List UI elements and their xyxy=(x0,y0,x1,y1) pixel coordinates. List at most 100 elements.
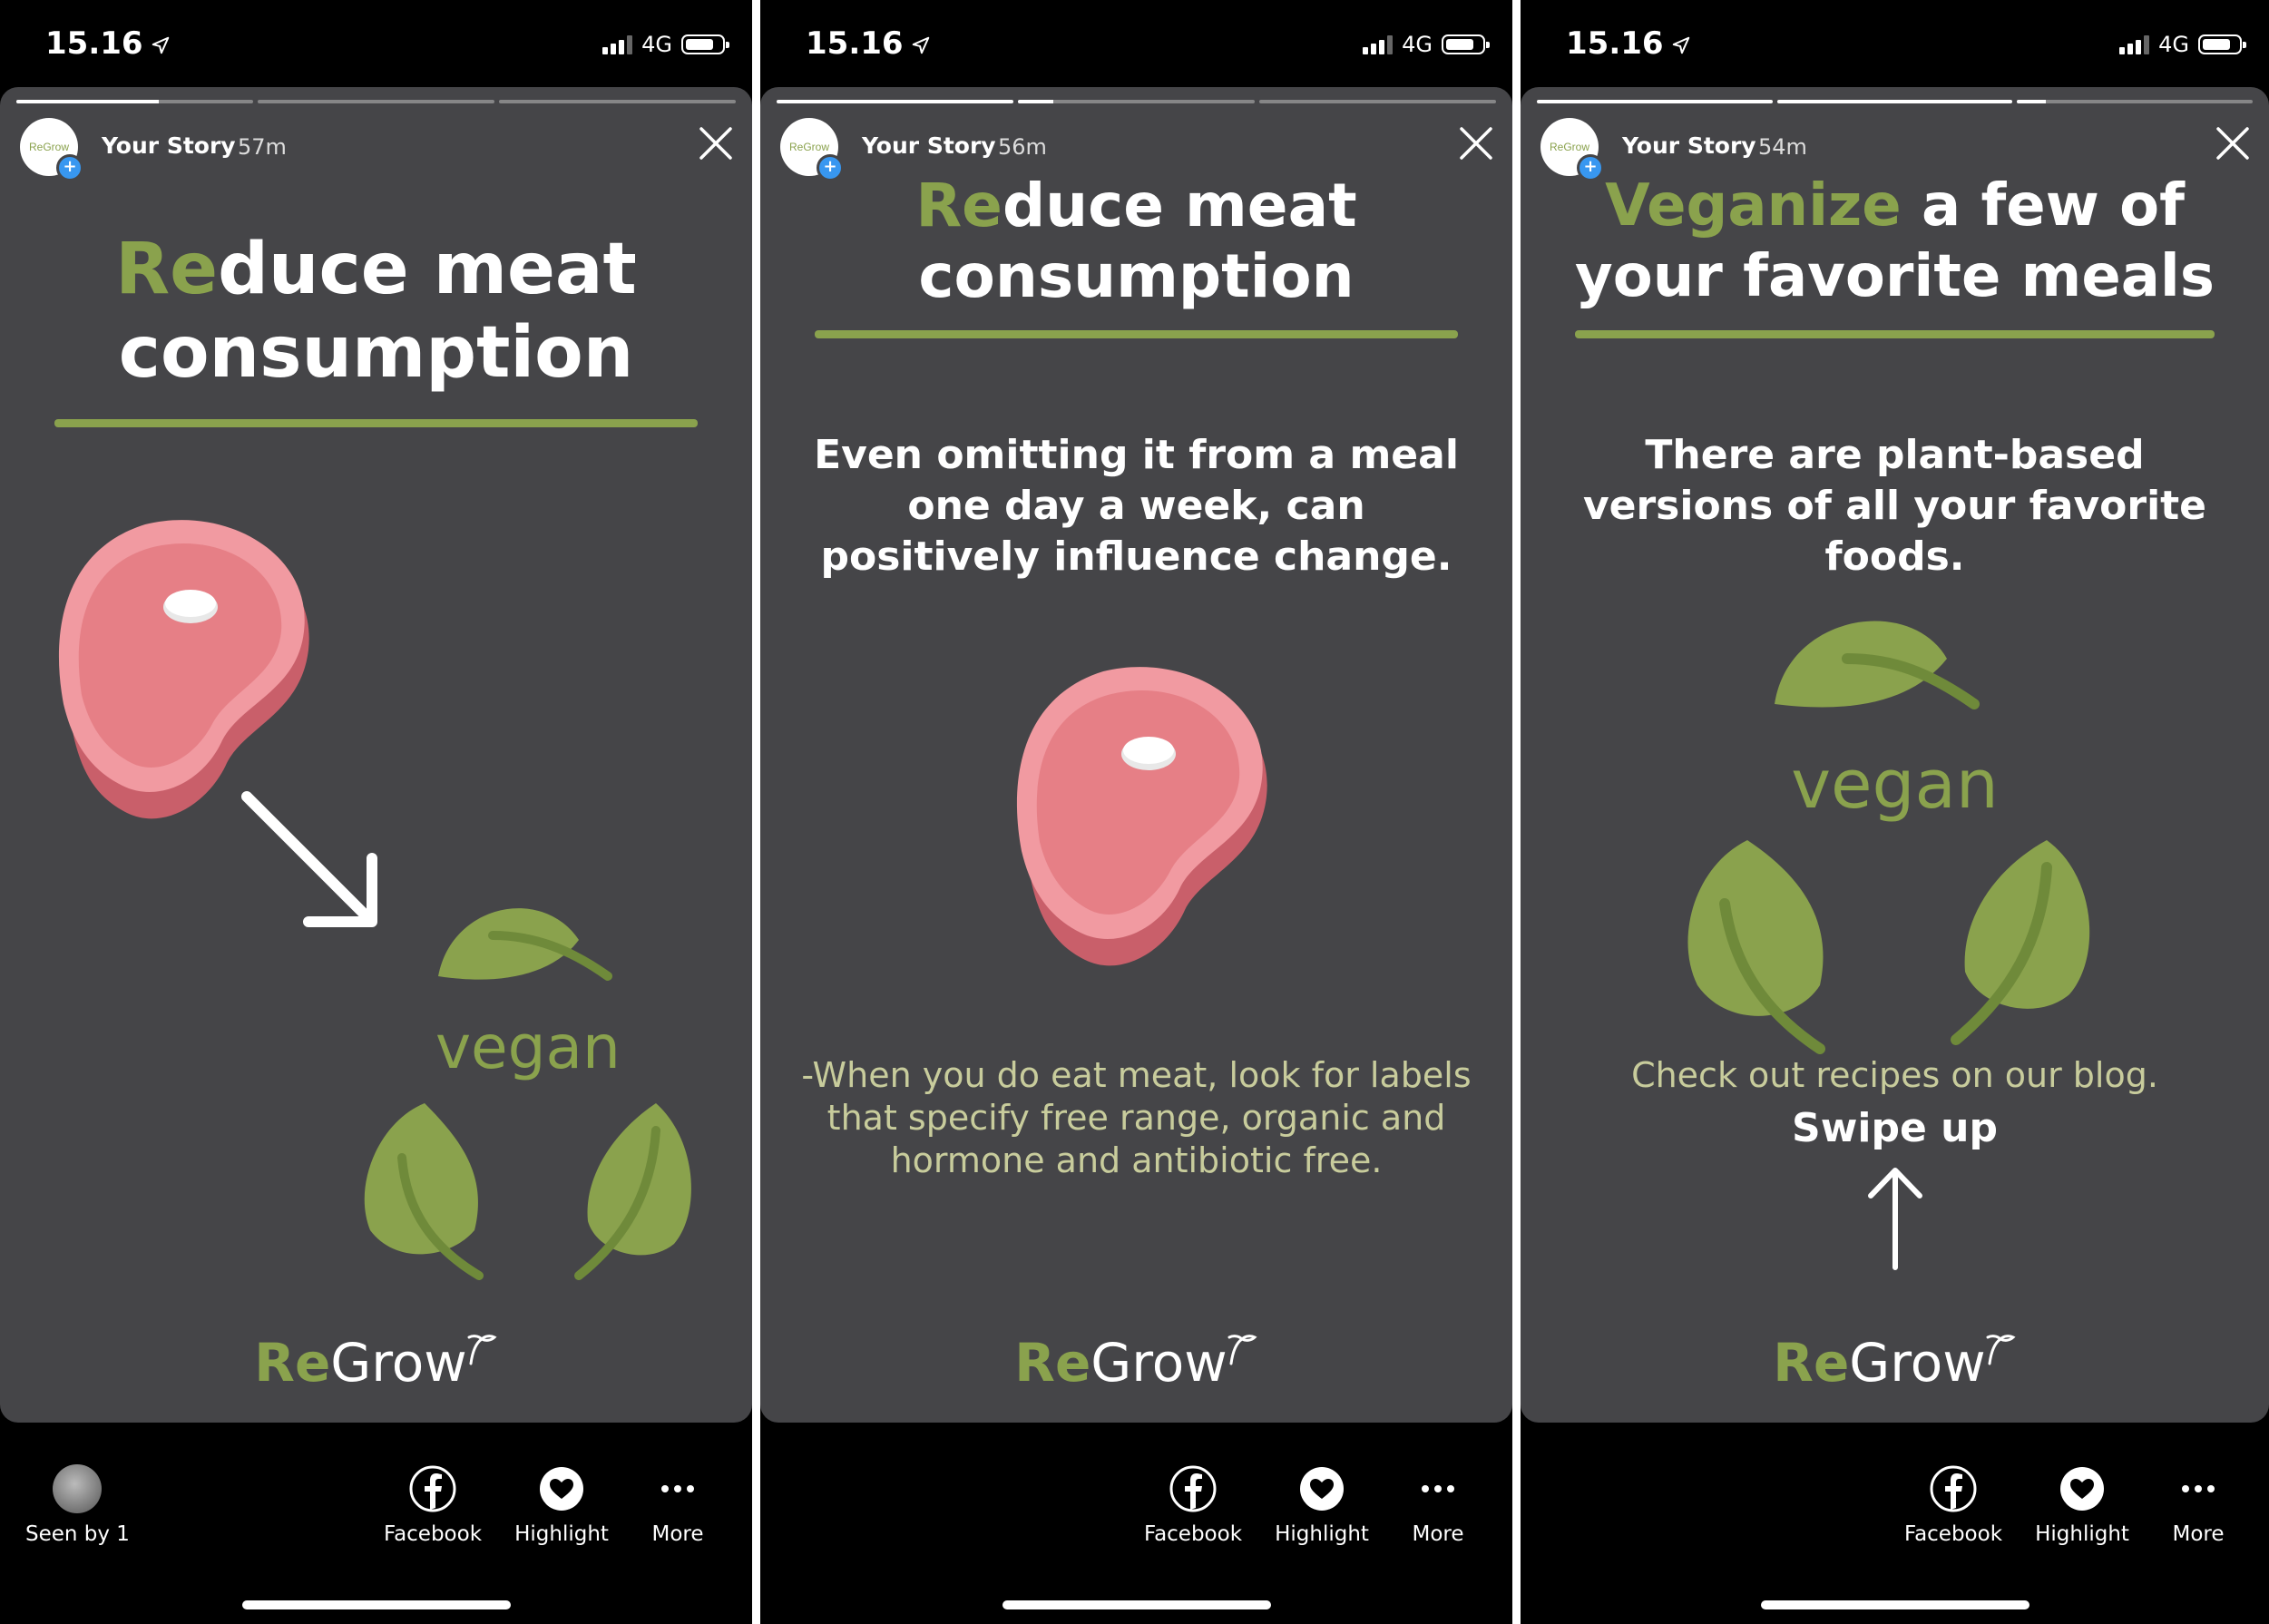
vegan-leaves-icon xyxy=(1687,621,2090,1054)
story-title: Reduce meat consumption xyxy=(915,171,1357,311)
avatar[interactable]: ReGrow + xyxy=(780,118,844,181)
vegan-label: vegan xyxy=(1791,746,1999,824)
facebook-label: Facebook xyxy=(383,1522,483,1546)
status-time: 15.16 xyxy=(806,25,931,62)
progress-segment xyxy=(499,100,736,103)
vegan-label: vegan xyxy=(435,1013,621,1082)
network-label: 4G xyxy=(2158,32,2189,57)
home-indicator[interactable] xyxy=(1002,1600,1271,1609)
phone-screen-3: 15.16 4G ReGrow + Your Story 54m Veganize… xyxy=(1521,0,2269,1624)
close-icon[interactable] xyxy=(2213,123,2253,163)
story-body: Even omitting it from a meal one day a w… xyxy=(814,432,1459,580)
facebook-button[interactable]: Facebook xyxy=(1894,1464,2012,1546)
sprout-icon xyxy=(1227,1335,1257,1365)
swipe-up-label[interactable]: Swipe up xyxy=(1521,1105,2269,1151)
story-card[interactable]: ReGrow + Your Story 56m Reduce meat consu… xyxy=(760,87,1512,1423)
story-note: -When you do eat meat, look for labels t… xyxy=(801,1055,1472,1180)
network-label: 4G xyxy=(1402,32,1433,57)
highlight-button[interactable]: Highlight xyxy=(503,1464,621,1546)
bottom-actions: Facebook Highlight More xyxy=(1521,1423,2269,1624)
home-indicator[interactable] xyxy=(242,1600,511,1609)
close-icon[interactable] xyxy=(696,123,736,163)
heart-icon xyxy=(1300,1467,1344,1511)
battery-icon xyxy=(2198,34,2246,54)
avatar-text: ReGrow xyxy=(28,141,69,153)
seen-label: Seen by 1 xyxy=(25,1522,130,1546)
bottom-actions: Seen by 1 Facebook Highlight More xyxy=(0,1423,752,1624)
close-icon[interactable] xyxy=(1456,123,1496,163)
signal-icon xyxy=(2119,34,2150,54)
status-time: 15.16 xyxy=(45,25,171,62)
more-button[interactable]: More xyxy=(2139,1464,2257,1546)
steak-icon xyxy=(1016,667,1267,966)
sprout-icon xyxy=(1986,1335,2016,1365)
facebook-label: Facebook xyxy=(1903,1522,2003,1546)
more-button[interactable]: More xyxy=(619,1464,737,1546)
progress-segment xyxy=(777,100,1013,103)
story-name: Your Story xyxy=(1622,132,1756,159)
add-story-icon[interactable]: + xyxy=(56,154,83,181)
title-divider xyxy=(54,419,698,427)
facebook-icon xyxy=(1930,1465,1977,1512)
network-label: 4G xyxy=(641,32,672,57)
regrow-logo: ReGrow xyxy=(0,1332,752,1394)
story-card[interactable]: ReGrow + Your Story 57m Reduce meat consu… xyxy=(0,87,752,1423)
more-dots-icon xyxy=(2182,1485,2215,1492)
battery-icon xyxy=(681,34,729,54)
story-note: Check out recipes on our blog. xyxy=(1631,1055,2158,1095)
facebook-button[interactable]: Facebook xyxy=(1134,1464,1252,1546)
story-title: Veganize a few of your favorite meals xyxy=(1575,172,2215,310)
regrow-logo: ReGrow xyxy=(1521,1332,2269,1394)
progress-segment xyxy=(1259,100,1496,103)
home-indicator[interactable] xyxy=(1761,1600,2029,1609)
location-arrow-icon xyxy=(912,36,929,54)
status-indicators: 4G xyxy=(602,31,729,58)
progress-segment xyxy=(258,100,494,103)
progress-segment xyxy=(16,100,253,103)
avatar[interactable]: ReGrow + xyxy=(20,118,83,181)
more-label: More xyxy=(651,1522,704,1546)
location-arrow-icon xyxy=(152,36,169,54)
signal-icon xyxy=(1363,34,1394,54)
highlight-button[interactable]: Highlight xyxy=(2023,1464,2141,1546)
story-body: There are plant-based versions of all yo… xyxy=(1582,432,2207,580)
story-card[interactable]: ReGrow + Your Story 54m Veganize a few of… xyxy=(1521,87,2269,1423)
highlight-label: Highlight xyxy=(514,1522,609,1546)
location-arrow-icon xyxy=(1672,36,1689,54)
highlight-label: Highlight xyxy=(1275,1522,1369,1546)
progress-segment xyxy=(1537,100,1773,103)
viewer-avatar xyxy=(53,1464,103,1513)
more-label: More xyxy=(2172,1522,2225,1546)
seen-by[interactable]: Seen by 1 xyxy=(25,1464,130,1546)
status-indicators: 4G xyxy=(1363,31,1490,58)
progress-segment xyxy=(2017,100,2254,103)
more-button[interactable]: More xyxy=(1379,1464,1497,1546)
status-time: 15.16 xyxy=(1566,25,1691,62)
highlight-label: Highlight xyxy=(2035,1522,2129,1546)
avatar-text: ReGrow xyxy=(788,141,829,153)
heart-icon xyxy=(540,1467,583,1511)
story-progress xyxy=(777,100,1496,103)
story-time: 54m xyxy=(1758,134,1807,160)
phone-screen-2: 15.16 4G ReGrow + Your Story 56m Reduce m… xyxy=(760,0,1512,1624)
story-time: 57m xyxy=(238,134,287,160)
story-name: Your Story xyxy=(862,132,996,159)
status-indicators: 4G xyxy=(2119,31,2246,58)
highlight-button[interactable]: Highlight xyxy=(1263,1464,1381,1546)
story-progress xyxy=(16,100,736,103)
facebook-icon xyxy=(409,1465,456,1512)
facebook-label: Facebook xyxy=(1143,1522,1243,1546)
vegan-leaves-icon xyxy=(364,908,691,1280)
progress-segment xyxy=(1018,100,1255,103)
title-divider xyxy=(815,330,1458,338)
arrow-up-icon[interactable] xyxy=(1865,1163,1925,1272)
signal-icon xyxy=(602,34,633,54)
facebook-button[interactable]: Facebook xyxy=(374,1464,492,1546)
steak-icon xyxy=(58,520,309,819)
more-label: More xyxy=(1412,1522,1464,1546)
bottom-actions: Facebook Highlight More xyxy=(760,1423,1512,1624)
story-time: 56m xyxy=(998,134,1047,160)
avatar-text: ReGrow xyxy=(1549,141,1589,153)
avatar[interactable]: ReGrow + xyxy=(1540,118,1604,181)
story-name: Your Story xyxy=(102,132,236,159)
